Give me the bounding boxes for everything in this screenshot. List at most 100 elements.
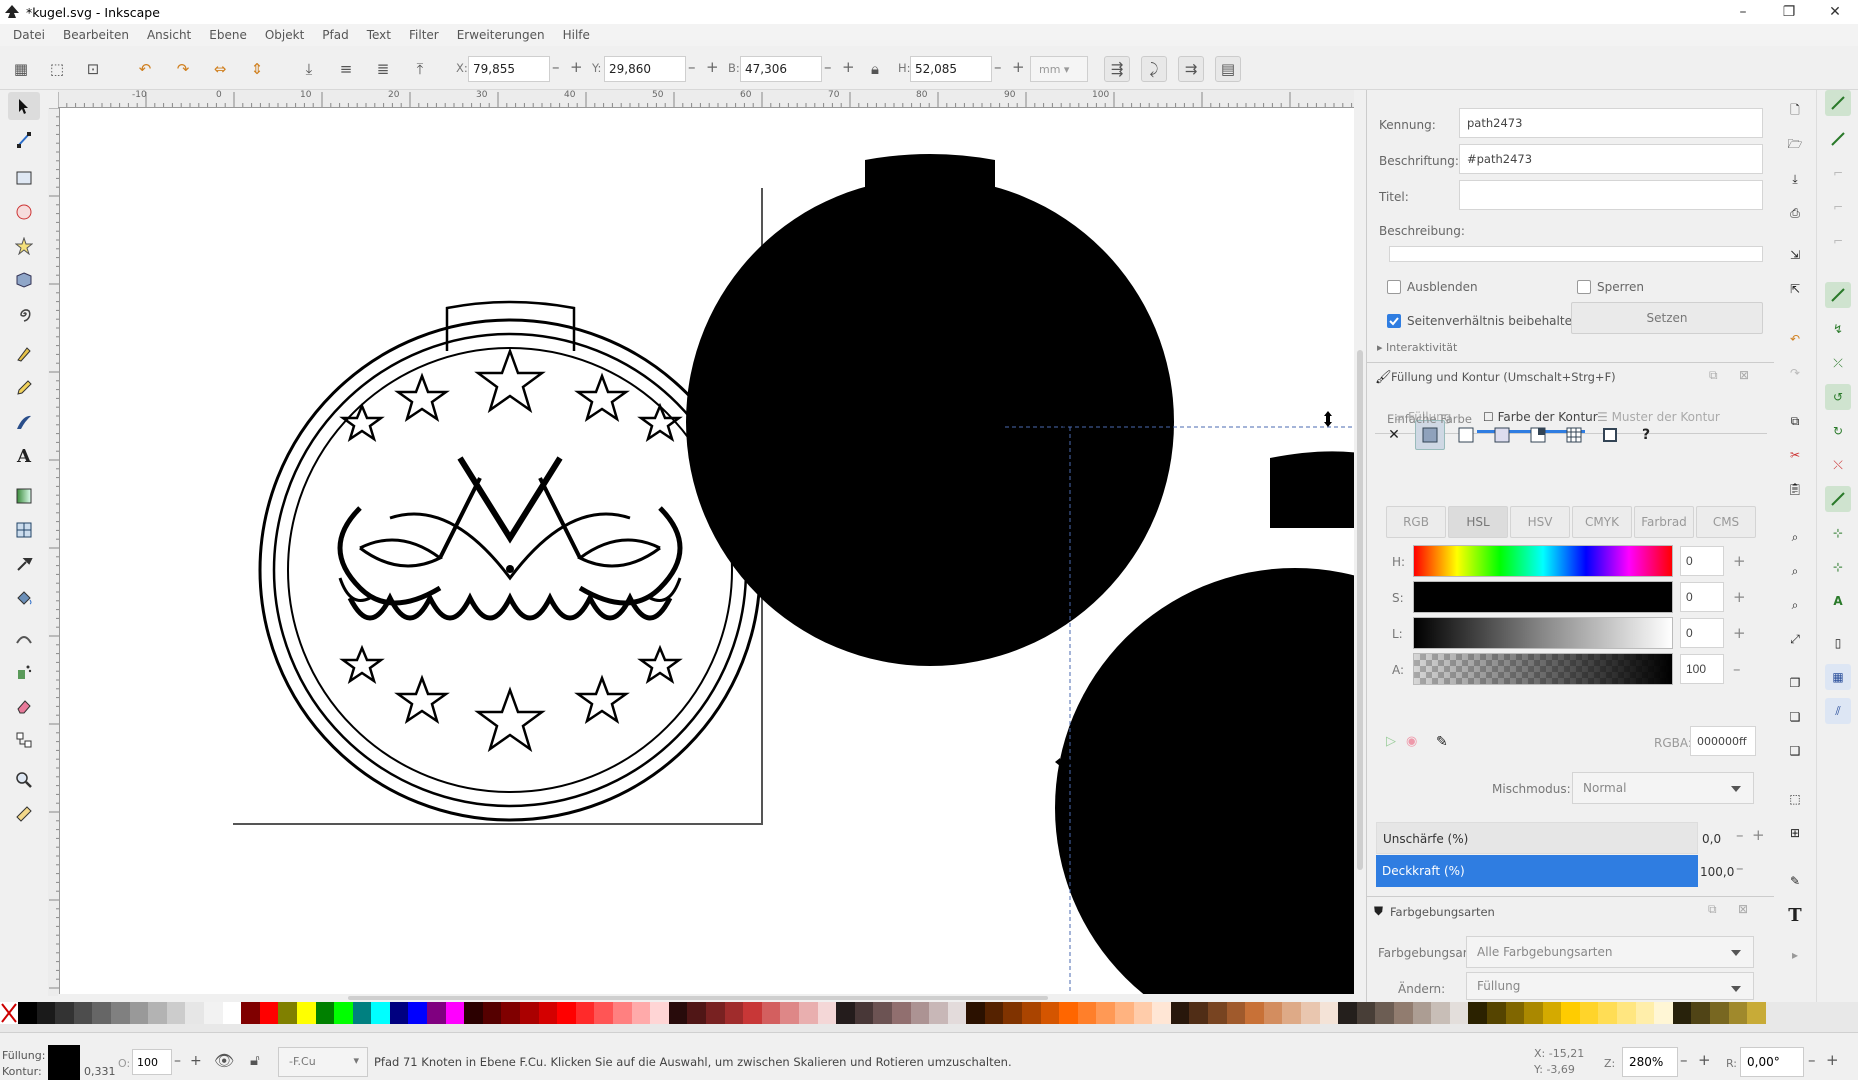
snap-page-border-icon[interactable]: ▯ (1825, 630, 1851, 656)
zoom-width-icon[interactable]: ⤢ (1782, 626, 1808, 652)
text-tool-icon[interactable]: A (8, 442, 40, 470)
menu-objekt[interactable]: Objekt (256, 28, 313, 42)
snap-rotation-center-icon[interactable]: ⊹ (1825, 554, 1851, 580)
paste-icon[interactable]: 📋︎ (1782, 476, 1808, 502)
y-field[interactable] (604, 56, 686, 82)
width-field[interactable] (740, 56, 822, 82)
measure-tool-icon[interactable] (8, 800, 40, 828)
palette-swatch[interactable] (873, 1002, 892, 1024)
palette-swatch[interactable] (1431, 1002, 1450, 1024)
menu-ebene[interactable]: Ebene (200, 28, 256, 42)
palette-swatch[interactable] (650, 1002, 669, 1024)
calligraphy-tool-icon[interactable] (8, 408, 40, 436)
palette-swatch[interactable] (1282, 1002, 1301, 1024)
height-increment[interactable]: + (1012, 58, 1025, 76)
height-field[interactable] (910, 56, 992, 82)
dropper-tool-icon[interactable] (8, 550, 40, 578)
minimize-button[interactable]: – (1720, 0, 1766, 24)
vertical-ruler[interactable] (48, 108, 60, 996)
undo-icon[interactable]: ↶ (1782, 326, 1808, 352)
palette-swatch[interactable] (1133, 1002, 1153, 1024)
palette-swatch[interactable] (1263, 1002, 1283, 1024)
rotate-ccw-icon[interactable]: ↶ (132, 56, 158, 82)
server-type-select[interactable]: Alle Farbgebungsarten (1466, 936, 1754, 968)
palette-swatch[interactable] (910, 1002, 930, 1024)
palette-swatch[interactable] (1189, 1002, 1208, 1024)
lightness-increment[interactable]: + (1733, 624, 1746, 642)
select-all-icon[interactable]: ▦ (8, 56, 34, 82)
new-document-icon[interactable]: 🗋︎ (1782, 98, 1808, 124)
palette-swatch[interactable] (222, 1002, 242, 1024)
ornament-outline-drawing[interactable] (258, 300, 762, 822)
black-ornament-1[interactable] (686, 154, 1174, 666)
snap-guide-icon[interactable]: ⫽ (1825, 698, 1851, 724)
blur-decrement[interactable]: – (1736, 826, 1744, 844)
palette-swatch[interactable] (1654, 1002, 1673, 1024)
width-decrement[interactable]: – (824, 58, 832, 76)
palette-swatch[interactable] (1691, 1002, 1711, 1024)
menu-filter[interactable]: Filter (400, 28, 448, 42)
palette-swatch[interactable] (557, 1002, 576, 1024)
copy-icon[interactable]: ⧉ (1782, 408, 1808, 434)
zoom-tool-icon[interactable] (8, 766, 40, 794)
palette-swatch[interactable] (668, 1002, 688, 1024)
palette-swatch[interactable] (1226, 1002, 1246, 1024)
layer-lock-icon[interactable]: 🔓︎ (250, 1051, 260, 1069)
palette-swatch[interactable] (594, 1002, 613, 1024)
palette-swatch[interactable] (1747, 1002, 1766, 1024)
text-dialog-icon[interactable]: T (1782, 902, 1808, 928)
palette-swatch[interactable] (929, 1002, 948, 1024)
panel-float-icon[interactable]: ⧉ (1709, 368, 1718, 383)
palette-swatch[interactable] (1059, 1002, 1078, 1024)
palette-swatch[interactable] (1077, 1002, 1097, 1024)
snap-others-icon[interactable] (1825, 486, 1851, 512)
rectangle-tool-icon[interactable] (8, 164, 40, 192)
stroke-width-value[interactable]: 0,331 (84, 1065, 116, 1078)
selector-tool-icon[interactable] (8, 92, 40, 120)
snap-center-icon[interactable]: ⊹ (1825, 520, 1851, 546)
zoom-increment[interactable]: + (1698, 1051, 1711, 1069)
blur-slider[interactable]: Unschärfe (%) (1376, 822, 1698, 854)
palette-swatch[interactable] (780, 1002, 799, 1024)
scale-corners-icon[interactable]: ⤸ (1141, 56, 1167, 82)
palette-swatch[interactable] (575, 1002, 595, 1024)
palette-swatch[interactable] (389, 1002, 409, 1024)
x-decrement[interactable]: – (552, 58, 560, 76)
palette-swatch[interactable] (1022, 1002, 1041, 1024)
blur-increment[interactable]: + (1752, 826, 1765, 844)
height-decrement[interactable]: – (994, 58, 1002, 76)
aspect-ratio-checkbox[interactable] (1387, 314, 1401, 328)
snap-path-icon[interactable]: ↯ (1825, 316, 1851, 342)
maximize-button[interactable]: ❐ (1766, 0, 1812, 24)
palette-swatch[interactable] (520, 1002, 539, 1024)
saturation-slider[interactable] (1413, 581, 1673, 613)
lightness-slider[interactable] (1413, 617, 1673, 649)
palette-swatch[interactable] (1728, 1002, 1748, 1024)
raise-to-top-icon[interactable]: ⤒ (407, 56, 433, 82)
palette-swatch[interactable] (1449, 1002, 1469, 1024)
width-increment[interactable]: + (842, 58, 855, 76)
rgba-input[interactable] (1690, 726, 1756, 756)
palette-swatch[interactable] (482, 1002, 502, 1024)
more-commands-icon[interactable]: ▸ (1782, 942, 1808, 968)
eraser-tool-icon[interactable] (8, 692, 40, 720)
palette-swatch[interactable] (334, 1002, 353, 1024)
palette-swatch[interactable] (371, 1002, 390, 1024)
palette-swatch[interactable] (1245, 1002, 1264, 1024)
set-button[interactable]: Setzen (1571, 302, 1763, 334)
saturation-increment[interactable]: + (1733, 588, 1746, 606)
x-increment[interactable]: + (570, 58, 583, 76)
export-icon[interactable]: ⇱ (1782, 276, 1808, 302)
menu-text[interactable]: Text (358, 28, 400, 42)
layer-select[interactable]: -F.Cu ▾ (278, 1047, 368, 1077)
transform-gradients-icon[interactable]: ⇉ (1178, 56, 1204, 82)
y-increment[interactable]: + (706, 58, 719, 76)
palette-swatch[interactable] (613, 1002, 632, 1024)
palette-swatch[interactable] (947, 1002, 967, 1024)
opacity-slider[interactable]: Deckkraft (%) (1376, 855, 1698, 887)
unset-paint-button[interactable]: ? (1631, 420, 1661, 450)
fill-swatch[interactable] (48, 1045, 80, 1080)
palette-swatch[interactable] (36, 1002, 56, 1024)
palette-swatch[interactable] (1152, 1002, 1171, 1024)
palette-swatch[interactable] (166, 1002, 186, 1024)
